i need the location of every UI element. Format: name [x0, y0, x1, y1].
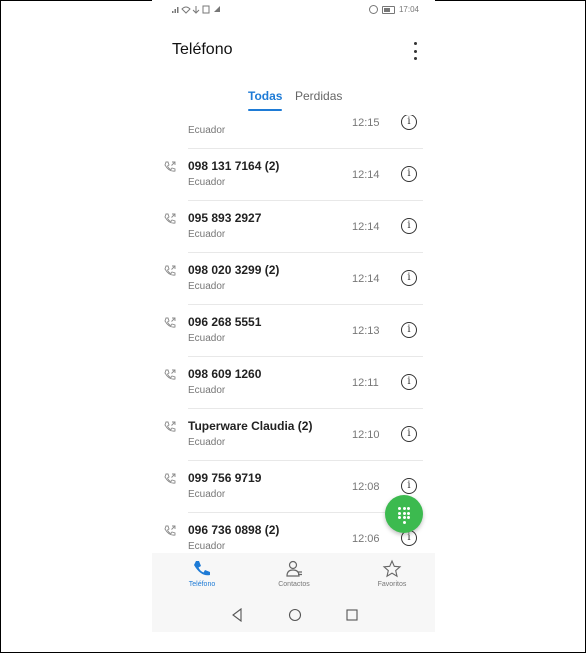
info-icon[interactable]: i: [401, 115, 417, 130]
call-name: 098 609 1260: [188, 367, 262, 381]
app-bar: Teléfono: [152, 34, 435, 70]
info-icon[interactable]: i: [401, 322, 417, 338]
system-nav-bar: [152, 599, 435, 632]
outgoing-call-icon: [164, 525, 176, 536]
call-time: 12:08: [352, 481, 380, 493]
nav-favoritos[interactable]: Favoritos: [362, 559, 422, 588]
info-icon[interactable]: i: [401, 270, 417, 286]
phone-icon: [194, 561, 210, 576]
star-icon: [382, 559, 402, 578]
page-title: Teléfono: [172, 41, 233, 58]
outgoing-call-icon: [164, 421, 176, 432]
call-row[interactable]: Ecuador 12:15 i: [152, 115, 435, 149]
call-row[interactable]: 098 020 3299 (2) Ecuador 12:14 i: [152, 253, 435, 305]
call-time: 12:14: [352, 169, 380, 181]
call-name: 096 268 5551: [188, 315, 262, 329]
call-log-list[interactable]: Ecuador 12:15 i 098 131 7164 (2) Ecuador…: [152, 115, 435, 553]
more-vert-icon[interactable]: [409, 42, 421, 60]
call-time: 12:06: [352, 533, 380, 545]
call-time: 12:14: [352, 273, 380, 285]
status-icons-left: [172, 5, 228, 16]
recents-icon[interactable]: [345, 608, 359, 622]
call-time: 12:14: [352, 221, 380, 233]
call-row[interactable]: 096 268 5551 Ecuador 12:13 i: [152, 305, 435, 357]
call-time: 12:10: [352, 429, 380, 441]
call-location: Ecuador: [188, 177, 226, 188]
contacts-icon: [286, 560, 302, 577]
call-location: Ecuador: [188, 385, 226, 396]
call-time: 12:11: [352, 377, 379, 389]
alarm-icon: [368, 5, 378, 14]
nav-contactos[interactable]: Contactos: [264, 559, 324, 588]
nav-telefono-label: Teléfono: [188, 581, 216, 588]
call-location: Ecuador: [188, 437, 226, 448]
call-row[interactable]: Tuperware Claudia (2) Ecuador 12:10 i: [152, 409, 435, 461]
outgoing-call-icon: [164, 473, 176, 484]
status-bar: 17:04: [152, 0, 435, 20]
call-location: Ecuador: [188, 125, 226, 136]
call-row[interactable]: 095 893 2927 Ecuador 12:14 i: [152, 201, 435, 253]
info-icon[interactable]: i: [401, 374, 417, 390]
call-row[interactable]: 098 131 7164 (2) Ecuador 12:14 i: [152, 149, 435, 201]
tab-perdidas[interactable]: Perdidas: [295, 89, 342, 103]
call-name: 099 756 9719: [188, 471, 262, 485]
call-row[interactable]: 098 609 1260 Ecuador 12:11 i: [152, 357, 435, 409]
call-name: 096 736 0898 (2): [188, 523, 280, 537]
active-tab-indicator: [248, 109, 282, 111]
outgoing-call-icon: [164, 317, 176, 328]
info-icon[interactable]: i: [401, 478, 417, 494]
call-name: 095 893 2927: [188, 211, 262, 225]
call-location: Ecuador: [188, 541, 226, 552]
call-location: Ecuador: [188, 333, 226, 344]
nav-favoritos-label: Favoritos: [377, 581, 407, 588]
call-location: Ecuador: [188, 489, 226, 500]
outgoing-call-icon: [164, 369, 176, 380]
outgoing-call-icon: [164, 265, 176, 276]
tab-bar: Todas Perdidas: [152, 87, 435, 115]
call-location: Ecuador: [188, 281, 226, 292]
bottom-nav: Teléfono Contactos Favoritos: [152, 553, 435, 599]
status-time: 17:04: [398, 5, 419, 14]
call-name: 098 131 7164 (2): [188, 159, 280, 173]
info-icon[interactable]: i: [401, 218, 417, 234]
outgoing-call-icon: [164, 213, 176, 224]
call-name: 098 020 3299 (2): [188, 263, 280, 277]
info-icon[interactable]: i: [401, 166, 417, 182]
battery-icon: [381, 5, 395, 14]
call-name: Tuperware Claudia (2): [188, 419, 313, 433]
call-location: Ecuador: [188, 229, 226, 240]
call-time: 12:13: [352, 325, 380, 337]
nav-telefono[interactable]: Teléfono: [172, 559, 232, 588]
outgoing-call-icon: [164, 161, 176, 172]
info-icon[interactable]: i: [401, 426, 417, 442]
tab-todas[interactable]: Todas: [248, 89, 282, 103]
call-time: 12:15: [352, 117, 380, 129]
dialpad-fab[interactable]: [385, 495, 423, 533]
phone-screen: 17:04 Teléfono Todas Perdidas Ecuador 12…: [152, 0, 435, 632]
back-icon[interactable]: [230, 608, 244, 622]
status-icons-right: 17:04: [368, 5, 419, 14]
signal-wifi-icons: [172, 5, 220, 14]
nav-contactos-label: Contactos: [278, 581, 310, 588]
home-icon[interactable]: [288, 608, 302, 622]
